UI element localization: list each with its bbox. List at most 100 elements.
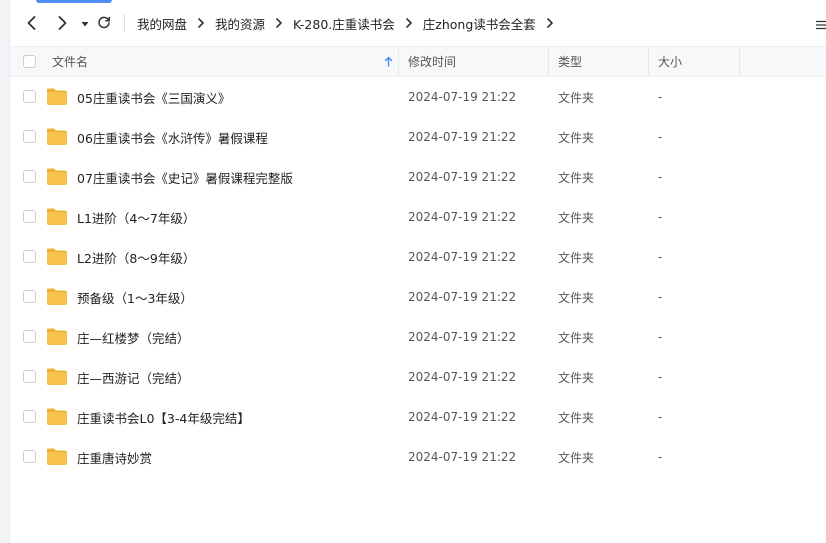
file-row[interactable]: 庄重读书会L0【3-4年级完结】 2024-07-19 21:22 文件夹 - [10, 397, 826, 437]
file-name[interactable]: L1进阶（4～7年级） [77, 197, 195, 237]
file-type: 文件夹 [558, 370, 595, 385]
select-all-checkbox[interactable] [23, 55, 36, 68]
column-header-size[interactable]: 大小 [658, 47, 682, 76]
file-name[interactable]: 庄—红楼梦（完结） [77, 317, 190, 357]
forward-button[interactable] [54, 15, 70, 31]
file-modified-time: 2024-07-19 21:22 [408, 250, 517, 264]
history-dropdown-button[interactable] [80, 19, 90, 29]
file-name[interactable]: 06庄重读书会《水浒传》暑假课程 [77, 117, 268, 157]
file-size: - [658, 290, 663, 304]
back-button[interactable] [24, 15, 40, 31]
file-row[interactable]: 07庄重读书会《史记》暑假课程完整版 2024-07-19 21:22 文件夹 - [10, 157, 826, 197]
file-modified-time: 2024-07-19 21:22 [408, 410, 517, 424]
file-modified-time: 2024-07-19 21:22 [408, 170, 517, 184]
file-size: - [658, 450, 663, 464]
file-type: 文件夹 [558, 210, 595, 225]
file-type: 文件夹 [558, 90, 595, 105]
file-size: - [658, 210, 663, 224]
row-checkbox[interactable] [23, 370, 36, 383]
row-checkbox[interactable] [23, 290, 36, 303]
file-size: - [658, 170, 663, 184]
file-type: 文件夹 [558, 330, 595, 345]
chevron-right-icon [197, 18, 205, 28]
column-divider[interactable] [548, 47, 549, 76]
breadcrumb-item-current[interactable]: 庄zhong读书会全套 [423, 14, 536, 33]
file-modified-time: 2024-07-19 21:22 [408, 450, 517, 464]
file-name[interactable]: 庄—西游记（完结） [77, 357, 190, 397]
chevron-right-icon [275, 18, 283, 28]
file-modified-time: 2024-07-19 21:22 [408, 330, 517, 344]
row-checkbox[interactable] [23, 250, 36, 263]
row-checkbox[interactable] [23, 410, 36, 423]
row-checkbox[interactable] [23, 450, 36, 463]
row-checkbox[interactable] [23, 170, 36, 183]
view-menu-button[interactable] [816, 20, 826, 30]
row-checkbox[interactable] [23, 210, 36, 223]
file-size: - [658, 250, 663, 264]
folder-icon [47, 288, 67, 305]
file-row[interactable]: 05庄重读书会《三国演义》 2024-07-19 21:22 文件夹 - [10, 77, 826, 117]
breadcrumb: 我的网盘 我的资源 K-280.庄重读书会 庄zhong读书会全套 [137, 0, 564, 46]
row-checkbox[interactable] [23, 330, 36, 343]
refresh-button[interactable] [97, 16, 111, 30]
file-row[interactable]: 预备级（1～3年级） 2024-07-19 21:22 文件夹 - [10, 277, 826, 317]
file-name[interactable]: 07庄重读书会《史记》暑假课程完整版 [77, 157, 293, 197]
column-header-type[interactable]: 类型 [558, 47, 582, 76]
folder-icon [47, 168, 67, 185]
breadcrumb-item[interactable]: K-280.庄重读书会 [293, 14, 395, 33]
chevron-right-icon [405, 18, 413, 28]
sort-ascending-icon[interactable] [384, 47, 393, 76]
list-menu-icon [816, 20, 826, 30]
file-row[interactable]: L2进阶（8～9年级） 2024-07-19 21:22 文件夹 - [10, 237, 826, 277]
file-modified-time: 2024-07-19 21:22 [408, 370, 517, 384]
file-modified-time: 2024-07-19 21:22 [408, 210, 517, 224]
folder-icon [47, 128, 67, 145]
file-type: 文件夹 [558, 290, 595, 305]
toolbar-separator [124, 14, 125, 32]
folder-icon [47, 448, 67, 465]
file-size: - [658, 130, 663, 144]
file-modified-time: 2024-07-19 21:22 [408, 90, 517, 104]
file-row[interactable]: 庄重唐诗妙赏 2024-07-19 21:22 文件夹 - [10, 437, 826, 477]
column-divider[interactable] [739, 47, 740, 76]
breadcrumb-item[interactable]: 我的资源 [215, 14, 265, 33]
file-type: 文件夹 [558, 410, 595, 425]
file-type: 文件夹 [558, 170, 595, 185]
file-row[interactable]: 庄—红楼梦（完结） 2024-07-19 21:22 文件夹 - [10, 317, 826, 357]
folder-icon [47, 408, 67, 425]
folder-icon [47, 328, 67, 345]
column-header-modified[interactable]: 修改时间 [408, 47, 456, 76]
row-checkbox[interactable] [23, 90, 36, 103]
navigation-toolbar: 我的网盘 我的资源 K-280.庄重读书会 庄zhong读书会全套 [10, 0, 826, 46]
chevron-right-icon [546, 18, 554, 28]
file-row[interactable]: 06庄重读书会《水浒传》暑假课程 2024-07-19 21:22 文件夹 - [10, 117, 826, 157]
left-panel-edge [0, 0, 10, 543]
caret-down-icon [81, 22, 89, 27]
column-header-name[interactable]: 文件名 [52, 47, 88, 76]
breadcrumb-item[interactable]: 我的网盘 [137, 14, 187, 33]
file-type: 文件夹 [558, 130, 595, 145]
folder-icon [47, 248, 67, 265]
file-size: - [658, 90, 663, 104]
file-row[interactable]: 庄—西游记（完结） 2024-07-19 21:22 文件夹 - [10, 357, 826, 397]
refresh-icon [98, 16, 110, 29]
file-name[interactable]: L2进阶（8～9年级） [77, 237, 195, 277]
file-name[interactable]: 庄重读书会L0【3-4年级完结】 [77, 397, 250, 437]
file-name[interactable]: 预备级（1～3年级） [77, 277, 193, 317]
file-list-header: 文件名 修改时间 类型 大小 [10, 46, 826, 77]
file-modified-time: 2024-07-19 21:22 [408, 130, 517, 144]
file-type: 文件夹 [558, 450, 595, 465]
select-all-checkbox-cell[interactable] [23, 47, 36, 76]
column-divider[interactable] [398, 47, 399, 76]
chevron-right-icon [58, 16, 67, 30]
file-name[interactable]: 庄重唐诗妙赏 [77, 437, 152, 477]
file-size: - [658, 410, 663, 424]
file-row[interactable]: L1进阶（4～7年级） 2024-07-19 21:22 文件夹 - [10, 197, 826, 237]
folder-icon [47, 368, 67, 385]
file-name[interactable]: 05庄重读书会《三国演义》 [77, 77, 230, 117]
column-divider[interactable] [648, 47, 649, 76]
file-type: 文件夹 [558, 250, 595, 265]
file-size: - [658, 330, 663, 344]
row-checkbox[interactable] [23, 130, 36, 143]
folder-icon [47, 88, 67, 105]
